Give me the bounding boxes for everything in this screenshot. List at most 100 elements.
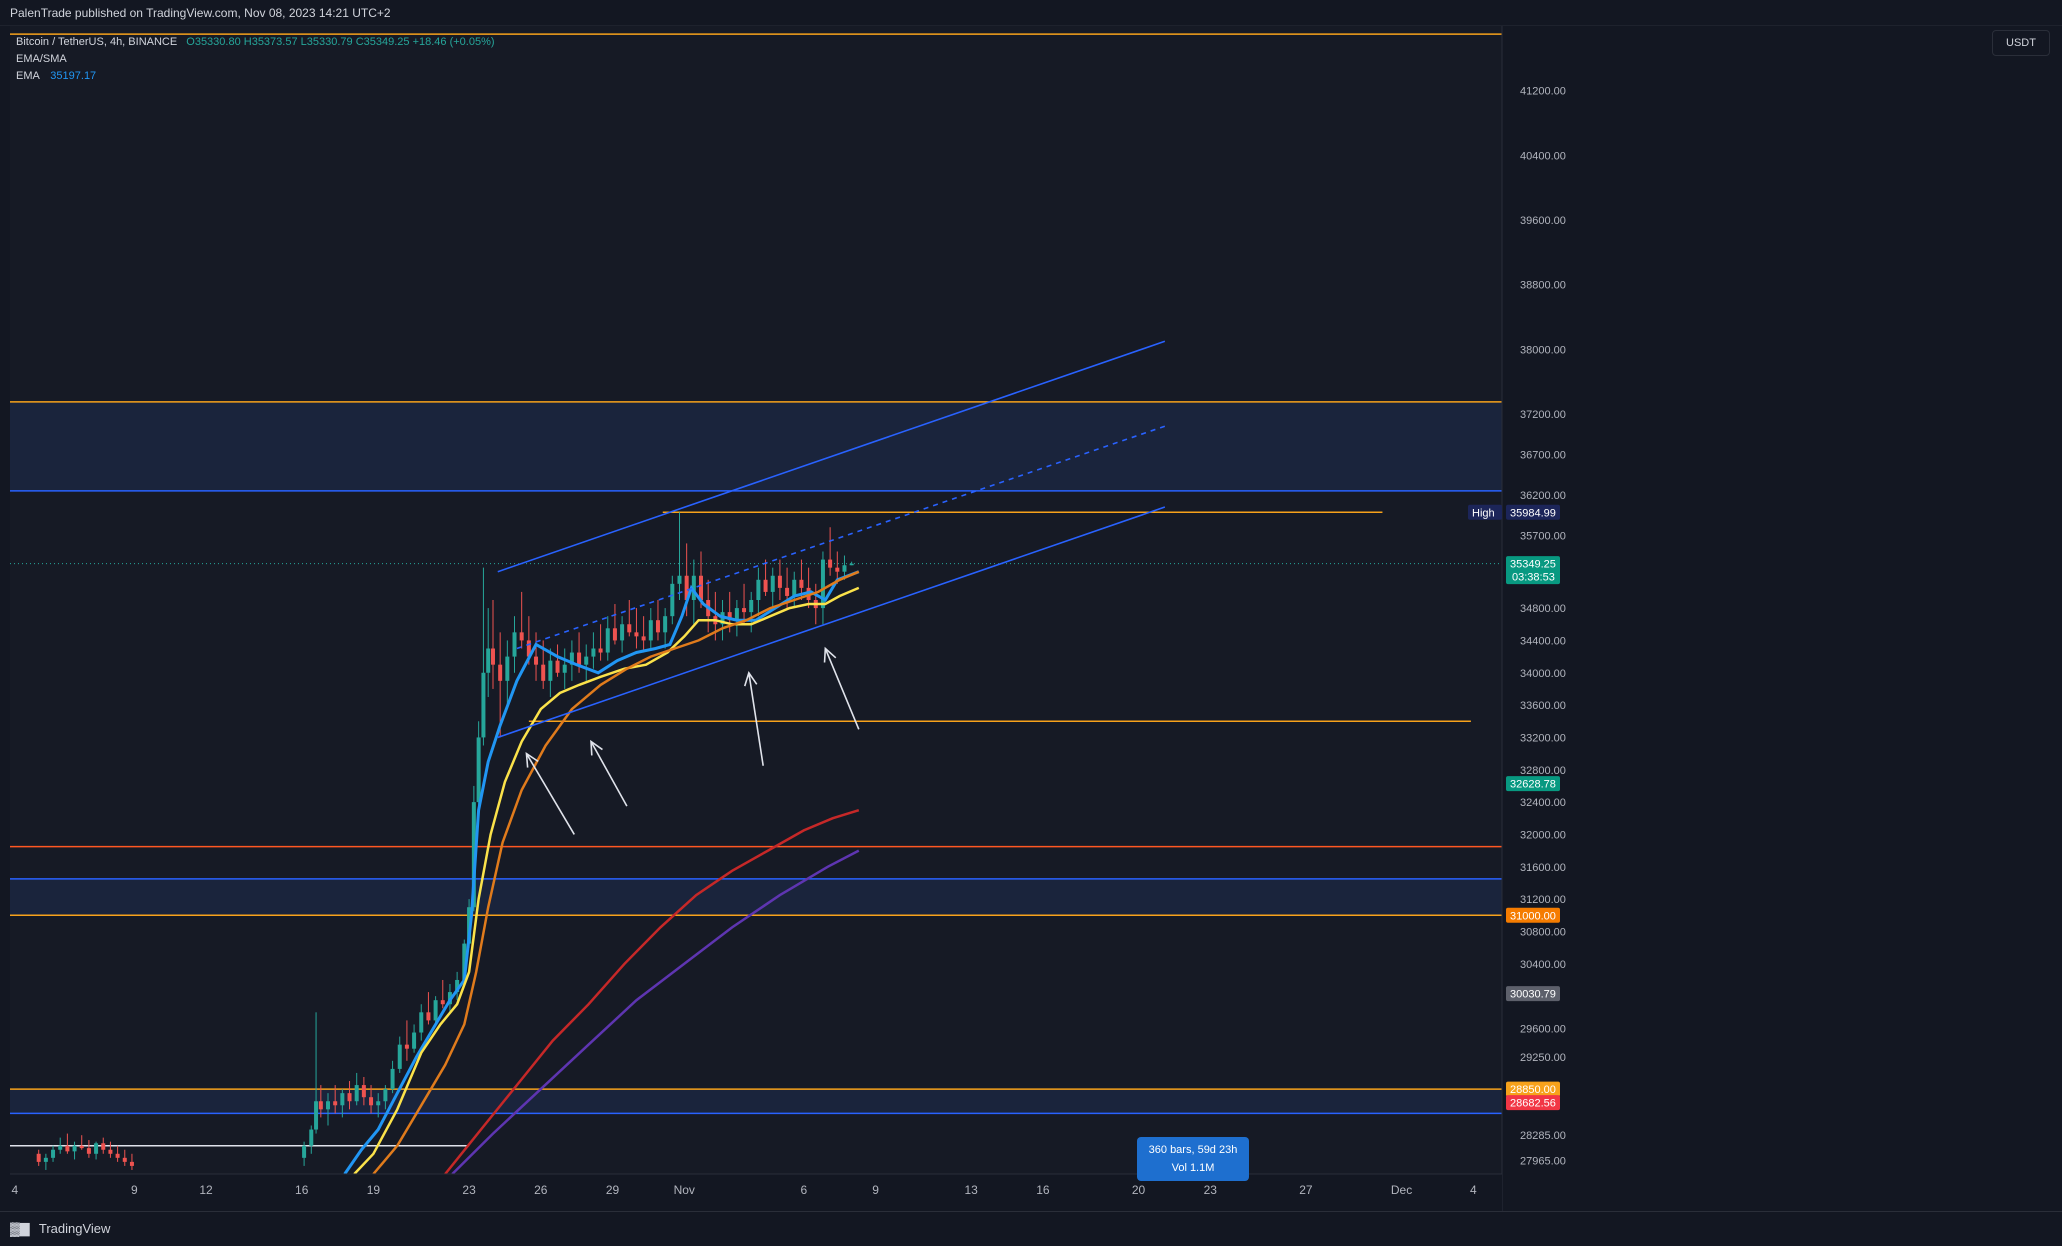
- price-tick-label: 36700.00: [1520, 449, 1566, 461]
- candle-body: [842, 565, 847, 572]
- price-tick-label: 30400.00: [1520, 959, 1566, 971]
- candle-body: [742, 608, 747, 613]
- candle-body: [591, 648, 596, 657]
- time-axis[interactable]: [10, 1174, 1502, 1211]
- price-tick-label: 32800.00: [1520, 765, 1566, 777]
- price-badge-label: 31000.00: [1510, 910, 1556, 922]
- candle-body: [749, 600, 754, 613]
- candle-body: [129, 1161, 134, 1166]
- footer-bar: ▓▇ TradingView: [0, 1211, 2062, 1245]
- candle-body: [699, 575, 704, 600]
- price-tick-label: 33200.00: [1520, 732, 1566, 744]
- candle-body: [383, 1089, 388, 1102]
- price-tick-label: 31200.00: [1520, 894, 1566, 906]
- price-tick-label: 39600.00: [1520, 215, 1566, 227]
- candle-body: [86, 1148, 91, 1154]
- time-tick-label: 4: [1470, 1183, 1477, 1197]
- candle-body: [340, 1093, 345, 1106]
- candle-body: [777, 575, 782, 588]
- candle-body: [770, 575, 775, 592]
- channel-line-1[interactable]: [497, 506, 1166, 739]
- candle-body: [412, 1032, 417, 1049]
- candle-body: [634, 632, 639, 637]
- candle-body: [333, 1101, 338, 1106]
- time-tick-label: 19: [367, 1183, 381, 1197]
- price-tick-label: 34400.00: [1520, 635, 1566, 647]
- candle-body: [309, 1129, 314, 1146]
- candle-body: [663, 616, 668, 633]
- candle-body: [440, 1000, 445, 1005]
- candle-body: [655, 620, 660, 633]
- time-tick-label: 4: [11, 1183, 18, 1197]
- candle-body: [756, 579, 761, 600]
- currency-button[interactable]: USDT: [1992, 30, 2050, 56]
- candle-body: [36, 1153, 41, 1162]
- price-tick-label: 32400.00: [1520, 797, 1566, 809]
- time-tick-label: Dec: [1391, 1183, 1412, 1197]
- time-tick-label: 12: [199, 1183, 213, 1197]
- countdown-label: 03:38:53: [1512, 572, 1555, 584]
- price-badge-label: 30030.79: [1510, 989, 1556, 1001]
- price-tick-label: 29250.00: [1520, 1052, 1566, 1064]
- candle-body: [101, 1143, 106, 1150]
- price-tick-label: 34000.00: [1520, 668, 1566, 680]
- time-tick-label: 13: [965, 1183, 979, 1197]
- arrow-head-0: [525, 752, 539, 768]
- candle-body: [65, 1145, 70, 1152]
- candle-body: [548, 660, 553, 681]
- indicator-ema-value: 35197.17: [50, 70, 97, 82]
- candle-body: [677, 575, 682, 584]
- range-volume-text: Vol 1.1M: [1171, 1162, 1215, 1174]
- time-tick-label: 20: [1132, 1183, 1146, 1197]
- footer-brand[interactable]: TradingView: [39, 1221, 111, 1236]
- time-tick-label: 23: [1204, 1183, 1218, 1197]
- candle-body: [347, 1093, 352, 1102]
- chart-legend: Bitcoin / TetherUS, 4h, BINANCE O35330.8…: [16, 34, 495, 85]
- arrow-shaft-3[interactable]: [824, 648, 860, 730]
- time-tick-label: Nov: [674, 1183, 695, 1197]
- price-badge-label: 28850.00: [1510, 1084, 1556, 1096]
- price-badge-label: 28682.56: [1510, 1098, 1556, 1110]
- candle-body: [648, 620, 653, 641]
- price-axis[interactable]: [1502, 26, 1994, 1211]
- price-tick-label: 27965.00: [1520, 1156, 1566, 1168]
- time-tick-label: 26: [534, 1183, 548, 1197]
- arrow-shaft-0[interactable]: [525, 753, 575, 835]
- tradingview-logo-icon[interactable]: ▓▇: [10, 1221, 29, 1236]
- indicator-ema-label: EMA: [16, 70, 40, 82]
- time-tick-label: 9: [872, 1183, 879, 1197]
- candle-body: [486, 648, 491, 673]
- candle-body: [318, 1101, 323, 1110]
- chart-area[interactable]: 41200.00 40400.00 39600.00 38800.00 38000.00…: [10, 26, 1994, 1211]
- time-tick-label: 27: [1299, 1183, 1313, 1197]
- ema-line-0: [343, 570, 860, 1175]
- arrow-shaft-1[interactable]: [590, 741, 628, 807]
- arrow-shaft-2[interactable]: [748, 672, 764, 766]
- ohlc-values: O35330.80 H35373.57 L35330.79 C35349.25 …: [186, 36, 495, 48]
- price-chart[interactable]: 41200.00 40400.00 39600.00 38800.00 38000.00…: [10, 26, 1994, 1211]
- candle-body: [354, 1085, 359, 1102]
- time-tick-label: 16: [295, 1183, 309, 1197]
- publisher-text: PalenTrade published on TradingView.com,…: [10, 6, 391, 20]
- candle-body: [577, 652, 582, 665]
- price-tick-label: 38000.00: [1520, 344, 1566, 356]
- candle-body: [426, 1012, 431, 1021]
- indicator-ema-row[interactable]: EMA 35197.17: [16, 68, 495, 85]
- symbol-title[interactable]: Bitcoin / TetherUS, 4h, BINANCE: [16, 36, 177, 48]
- candle-body: [302, 1145, 307, 1158]
- candle-body: [620, 624, 625, 641]
- time-tick-label: 29: [606, 1183, 620, 1197]
- price-badge-label: 32628.78: [1510, 779, 1556, 791]
- candle-body: [627, 624, 632, 633]
- indicator-ema-sma[interactable]: EMA/SMA: [16, 51, 495, 68]
- time-tick-label: 6: [800, 1183, 807, 1197]
- candle-body: [433, 1000, 438, 1021]
- price-tick-label: 33600.00: [1520, 700, 1566, 712]
- candle-body: [849, 563, 854, 566]
- candle-body: [670, 583, 675, 617]
- candle-body: [369, 1097, 374, 1106]
- candle-body: [361, 1085, 366, 1098]
- zone-2: [10, 1089, 1502, 1114]
- legend-symbol-row[interactable]: Bitcoin / TetherUS, 4h, BINANCE O35330.8…: [16, 34, 495, 51]
- candle-body: [641, 636, 646, 641]
